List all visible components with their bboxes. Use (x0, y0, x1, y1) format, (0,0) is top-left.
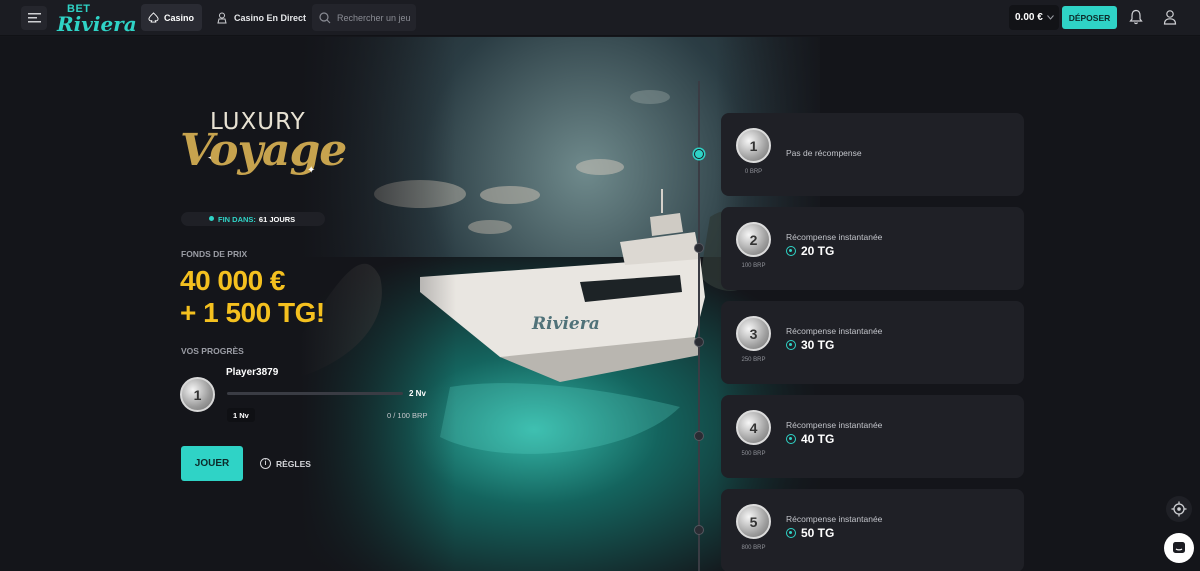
menu-button[interactable] (21, 6, 47, 30)
current-level-badge: 1 Nv (227, 408, 255, 422)
nav-casino-label: Casino (164, 12, 195, 23)
bell-icon (1129, 9, 1143, 25)
reward-amount: 20 TG (801, 244, 835, 258)
nav-live-casino[interactable]: Casino En Direct (216, 4, 306, 31)
progress-label: VOS PROGRÈS (181, 346, 244, 356)
prize-bonus: + 1 500 TG! (180, 297, 325, 328)
ends-label: FIN DANS: (218, 214, 256, 224)
menu-icon (27, 13, 41, 23)
level-coin: 1 (180, 377, 215, 412)
level-coin: 5 (736, 504, 771, 539)
level-coin: 3 (736, 316, 771, 351)
reward-amount: 40 TG (801, 432, 835, 446)
token-icon (786, 340, 796, 350)
brand-voyage: Voyage (180, 125, 347, 176)
ends-in-badge: FIN DANS: 61 JOURS (181, 212, 325, 226)
level-reward: 40 TG (786, 432, 834, 446)
level-brp: 800 BRP (741, 545, 766, 551)
level-title: Pas de récompense (786, 148, 862, 158)
user-icon (1163, 10, 1177, 25)
level-brp: 250 BRP (741, 357, 766, 363)
rules-label: RÈGLES (276, 458, 311, 469)
target-button[interactable] (1166, 496, 1192, 522)
level-reward: 30 TG (786, 338, 834, 352)
chat-icon (1173, 542, 1185, 553)
level-card-2: 2 100 BRP Récompense instantanée 20 TG (721, 207, 1024, 290)
reward-amount: 30 TG (801, 338, 835, 352)
token-icon (786, 246, 796, 256)
level-coin: 2 (736, 222, 771, 257)
ends-value: 61 JOURS (258, 214, 296, 224)
logo-bottom-text: Riviera (57, 12, 137, 36)
level-card-1: 1 0 BRP Pas de récompense (721, 113, 1024, 196)
level-title: Récompense instantanée (786, 420, 883, 430)
level-coin: 4 (736, 410, 771, 445)
next-level: 2 Nv (409, 389, 426, 398)
level-node-1 (694, 149, 704, 159)
level-title: Récompense instantanée (786, 232, 883, 242)
spade-icon (148, 12, 159, 23)
site-logo[interactable]: BET Riviera (57, 3, 137, 36)
info-icon: i (260, 458, 271, 469)
search-input[interactable]: Rechercher un jeu (312, 4, 416, 31)
level-brp: 100 BRP (741, 263, 766, 269)
token-icon (786, 434, 796, 444)
progress-bar (227, 392, 403, 395)
chat-button[interactable] (1164, 533, 1194, 563)
balance-value: 0.00 € (1015, 12, 1043, 23)
level-title: Récompense instantanée (786, 514, 883, 524)
balance-dropdown[interactable]: 0.00 € (1009, 5, 1059, 30)
level-brp: 500 BRP (741, 451, 766, 457)
search-icon (319, 11, 331, 23)
level-card-5: 5 800 BRP Récompense instantanée 50 TG (721, 489, 1024, 571)
play-button[interactable]: JOUER (181, 446, 243, 481)
prize-amount: 40 000 € (180, 265, 286, 296)
brp-progress: 0 / 100 BRP (387, 411, 428, 420)
rules-link[interactable]: i RÈGLES (260, 458, 311, 469)
nav-live-label: Casino En Direct (234, 12, 307, 23)
player-name: Player3879 (226, 367, 279, 378)
prize-pool-label: FONDS DE PRIX (181, 249, 248, 259)
level-brp: 0 BRP (744, 169, 763, 175)
top-header: BET Riviera Casino Casino En Direct Rech… (0, 0, 1200, 36)
sparkle-icon: ✦ (307, 165, 316, 176)
level-node-2 (694, 243, 704, 253)
level-coin: 1 (736, 128, 771, 163)
account-button[interactable] (1163, 9, 1177, 30)
notifications-button[interactable] (1129, 9, 1143, 30)
level-reward: 20 TG (786, 244, 834, 258)
level-title: Récompense instantanée (786, 326, 883, 336)
chevron-down-icon (1046, 15, 1054, 20)
reward-amount: 50 TG (801, 526, 835, 540)
level-node-4 (694, 431, 704, 441)
deposit-button[interactable]: DÉPOSER (1062, 6, 1117, 29)
level-card-3: 3 250 BRP Récompense instantanée 30 TG (721, 301, 1024, 384)
crosshair-icon (1171, 501, 1187, 517)
nav-casino[interactable]: Casino (141, 4, 202, 31)
token-icon (786, 528, 796, 538)
status-dot (209, 216, 214, 221)
level-reward: 50 TG (786, 526, 834, 540)
level-node-5 (694, 525, 704, 535)
level-node-3 (694, 337, 704, 347)
promo-hero: Riviera ✦ LUXURY Voyage ✦ FIN DANS: 61 J… (0, 37, 1200, 571)
level-card-4: 4 500 BRP Récompense instantanée 40 TG (721, 395, 1024, 478)
search-placeholder: Rechercher un jeu (337, 12, 411, 23)
dealer-icon (217, 12, 227, 23)
